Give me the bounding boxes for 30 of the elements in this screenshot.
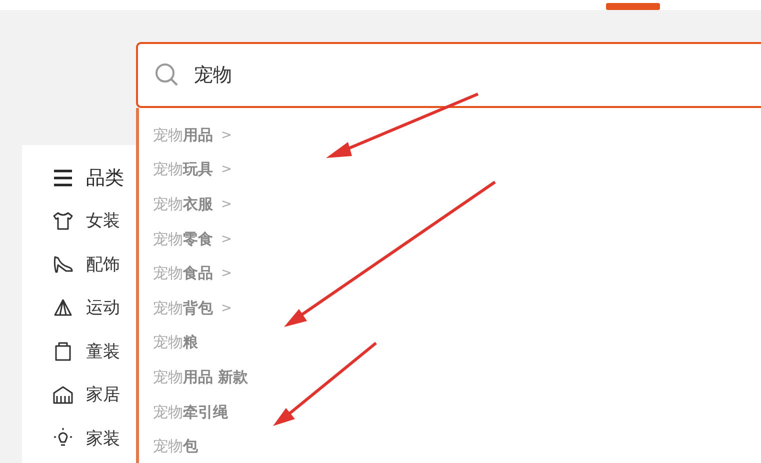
- suggestion-item[interactable]: 宠物玩具: [153, 160, 213, 180]
- house-icon: [52, 384, 74, 406]
- search-icon: [154, 62, 180, 88]
- category-title: 品类: [86, 166, 124, 191]
- category-item[interactable]: 运动: [86, 296, 120, 320]
- tent-icon: [52, 296, 74, 319]
- category-item[interactable]: 家居: [86, 383, 120, 406]
- suggestion-item[interactable]: 宠物零食: [153, 230, 213, 249]
- chevron[interactable]: >: [221, 232, 232, 247]
- chevron[interactable]: >: [221, 128, 232, 143]
- category-item[interactable]: 配饰: [86, 252, 120, 276]
- suggestion-item[interactable]: 宠物背包: [153, 298, 213, 318]
- chevron[interactable]: >: [221, 300, 232, 316]
- category-item[interactable]: 家装: [86, 426, 120, 450]
- suggestion-item[interactable]: 宠物包: [153, 437, 198, 456]
- chevron[interactable]: >: [221, 196, 232, 212]
- suggestion-item[interactable]: 宠物粮: [153, 333, 198, 352]
- search-field[interactable]: 宠物: [136, 42, 761, 108]
- category-item[interactable]: 女装: [86, 209, 120, 232]
- suggestion-item[interactable]: 宠物衣服: [153, 194, 213, 214]
- chevron[interactable]: >: [221, 162, 232, 178]
- suggestion-item[interactable]: 宠物食品: [153, 264, 213, 284]
- suggestion-item[interactable]: 宠物牵引绳: [153, 402, 228, 422]
- suggestion-item[interactable]: 宠物用品: [153, 126, 213, 145]
- shirt-icon: [52, 210, 74, 232]
- chevron[interactable]: >: [221, 266, 232, 282]
- category-item[interactable]: 童装: [86, 340, 120, 363]
- suggestion-item[interactable]: 宠物用品 新款: [153, 368, 248, 387]
- tab-indicator: [606, 3, 660, 10]
- menu-icon[interactable]: [52, 168, 74, 188]
